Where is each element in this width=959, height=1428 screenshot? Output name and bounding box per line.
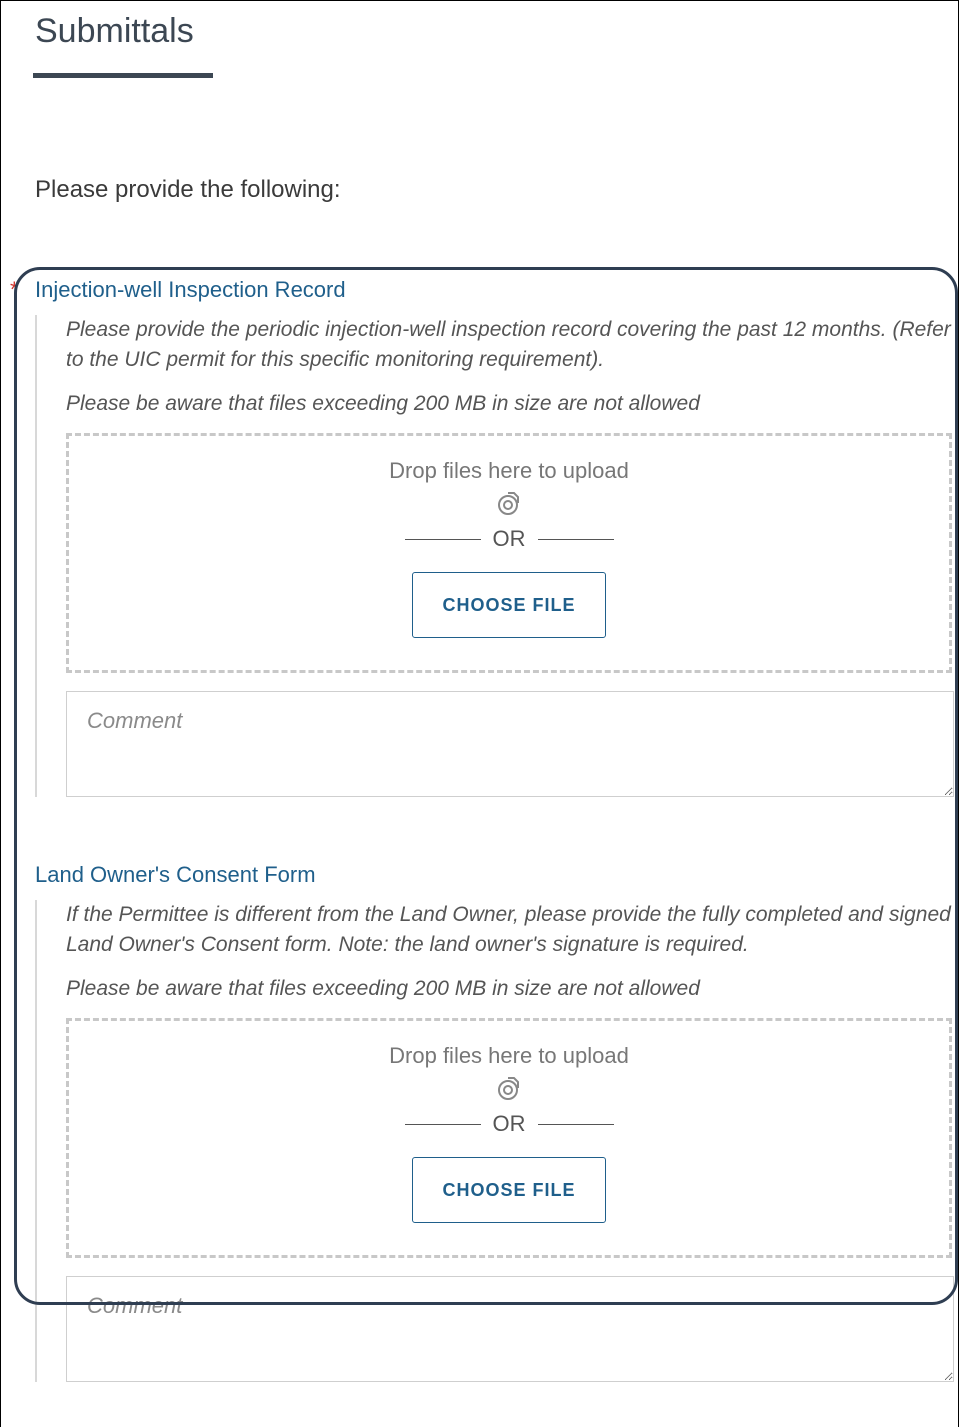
or-label: OR <box>492 526 526 551</box>
title-underline <box>33 73 213 78</box>
file-size-note: Please be aware that files exceeding 200… <box>66 977 700 1000</box>
upload-icon <box>498 492 519 515</box>
intro-text: Please provide the following: <box>35 176 341 203</box>
section-body: If the Permittee is different from the L… <box>35 900 955 1382</box>
or-divider: OR <box>404 1111 614 1137</box>
or-line-left <box>404 1123 481 1125</box>
or-divider: OR <box>404 526 614 552</box>
section-title: Land Owner's Consent Form <box>35 860 955 890</box>
or-line-left <box>404 538 481 540</box>
or-label: OR <box>492 1111 526 1136</box>
section-description: If the Permittee is different from the L… <box>66 903 951 956</box>
section-title: * Injection-well Inspection Record <box>10 275 955 305</box>
section-body: Please provide the periodic injection-we… <box>35 315 955 797</box>
required-marker: * <box>10 277 19 302</box>
page-title: Submittals <box>35 12 194 50</box>
drop-label: Drop files here to upload <box>389 1043 629 1068</box>
comment-field[interactable] <box>66 691 954 797</box>
choose-file-button[interactable]: CHOOSE FILE <box>412 1157 606 1223</box>
comment-field[interactable] <box>66 1276 954 1382</box>
section-title-text: Injection-well Inspection Record <box>35 277 346 302</box>
submittal-injection-well-record: * Injection-well Inspection Record Pleas… <box>10 275 955 797</box>
choose-file-button[interactable]: CHOOSE FILE <box>412 572 606 638</box>
or-line-right <box>537 538 614 540</box>
submittal-land-owner-consent: Land Owner's Consent Form If the Permitt… <box>35 860 955 1382</box>
file-dropzone[interactable]: Drop files here to upload OR CHOOSE FILE <box>66 433 952 673</box>
upload-icon <box>498 1077 519 1100</box>
section-title-text: Land Owner's Consent Form <box>35 862 316 887</box>
or-line-right <box>537 1123 614 1125</box>
section-description: Please provide the periodic injection-we… <box>66 318 951 371</box>
file-size-note: Please be aware that files exceeding 200… <box>66 392 700 415</box>
file-dropzone[interactable]: Drop files here to upload OR CHOOSE FILE <box>66 1018 952 1258</box>
drop-label: Drop files here to upload <box>389 458 629 483</box>
